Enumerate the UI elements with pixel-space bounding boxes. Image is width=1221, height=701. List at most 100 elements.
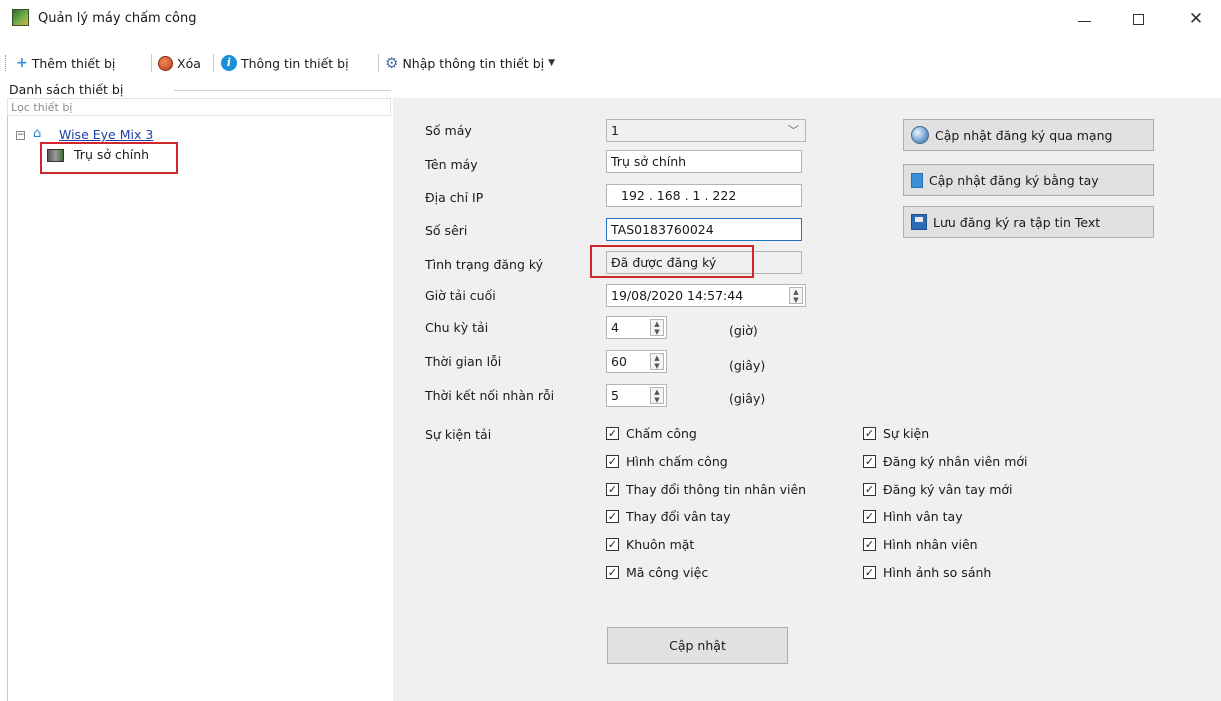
import-device-info-button[interactable]: ⚙ Nhập thông tin thiết bị ▼: [385, 54, 555, 72]
serial-input[interactable]: TAS0183760024: [606, 218, 802, 241]
online-update-label: Cập nhật đăng ký qua mạng: [935, 127, 1113, 143]
spinner-icon[interactable]: ▲ ▼: [650, 387, 664, 404]
tree-child-item[interactable]: Trụ sở chính: [40, 142, 178, 174]
machine-no-label: Số máy: [425, 123, 472, 138]
event-label: Đăng ký vân tay mới: [883, 482, 1013, 497]
minimize-icon: [1078, 21, 1091, 22]
device-tree-panel: [7, 98, 391, 701]
idle-timeout-value: 5: [611, 388, 619, 403]
tree-root-item[interactable]: Wise Eye Mix 3: [59, 127, 153, 142]
last-download-value: 19/08/2020 14:57:44: [611, 288, 744, 303]
checkbox-check-icon[interactable]: ✓: [606, 566, 619, 579]
manual-update-button[interactable]: Cập nhật đăng ký bằng tay: [903, 164, 1154, 196]
chevron-down-icon: ﹀: [788, 124, 799, 137]
window-title: Quản lý máy chấm công: [38, 11, 197, 26]
save-icon: [911, 214, 927, 230]
toolbar-grip[interactable]: [5, 55, 7, 71]
device-list-title: Danh sách thiết bị: [9, 82, 127, 97]
event-checkbox[interactable]: ✓ Thay đổi thông tin nhân viên: [606, 482, 806, 497]
event-checkbox[interactable]: ✓ Khuôn mặt: [606, 537, 694, 552]
caret-down-icon[interactable]: ▼: [548, 58, 555, 68]
import-device-info-label: Nhập thông tin thiết bị: [402, 55, 545, 71]
app-icon: [12, 9, 29, 26]
event-label: Chấm công: [626, 426, 697, 441]
idle-timeout-stepper[interactable]: 5 ▲ ▼: [606, 384, 667, 407]
plus-icon: +: [16, 55, 28, 71]
event-checkbox[interactable]: ✓ Hình nhân viên: [863, 537, 978, 552]
gear-icon: ⚙: [385, 54, 399, 72]
checkbox-check-icon[interactable]: ✓: [606, 427, 619, 440]
idle-timeout-label: Thời kết nối nhàn rỗi: [425, 388, 555, 403]
event-checkbox[interactable]: ✓ Chấm công: [606, 426, 697, 441]
info-icon: i: [221, 55, 237, 71]
ip-input[interactable]: 192 . 168 . 1 . 222: [606, 184, 802, 207]
event-checkbox[interactable]: ✓ Hình vân tay: [863, 509, 963, 524]
checkbox-check-icon[interactable]: ✓: [863, 483, 876, 496]
device-info-label: Thông tin thiết bị: [241, 55, 349, 71]
machine-name-input[interactable]: Trụ sở chính: [606, 150, 802, 173]
last-download-picker[interactable]: 19/08/2020 14:57:44 ▲ ▼: [606, 284, 806, 307]
highlight-box: [590, 245, 754, 278]
reg-status-label: Tình trạng đăng ký: [425, 257, 544, 272]
event-label: Hình chấm công: [626, 454, 728, 469]
event-checkbox[interactable]: ✓ Hình chấm công: [606, 454, 728, 469]
event-checkbox[interactable]: ✓ Đăng ký vân tay mới: [863, 482, 1013, 497]
event-label: Thay đổi thông tin nhân viên: [626, 482, 807, 497]
add-device-label: Thêm thiết bị: [31, 55, 116, 71]
checkbox-check-icon[interactable]: ✓: [606, 455, 619, 468]
error-time-value: 60: [611, 354, 627, 369]
download-cycle-stepper[interactable]: 4 ▲ ▼: [606, 316, 667, 339]
machine-no-value: 1: [611, 123, 619, 138]
error-time-stepper[interactable]: 60 ▲ ▼: [606, 350, 667, 373]
checkbox-check-icon[interactable]: ✓: [863, 455, 876, 468]
tree-collapse-icon[interactable]: −: [16, 131, 25, 140]
title-bar: Quản lý máy chấm công ✕: [0, 0, 1221, 40]
checkbox-check-icon[interactable]: ✓: [606, 483, 619, 496]
event-label: Đăng ký nhân viên mới: [883, 454, 1028, 469]
ip-label: Địa chỉ IP: [425, 190, 484, 205]
event-checkbox[interactable]: ✓ Sự kiện: [863, 426, 929, 441]
device-info-button[interactable]: i Thông tin thiết bị: [221, 54, 349, 72]
spinner-icon[interactable]: ▲ ▼: [650, 319, 664, 336]
online-update-button[interactable]: Cập nhật đăng ký qua mạng: [903, 119, 1154, 151]
event-checkbox[interactable]: ✓ Hình ảnh so sánh: [863, 565, 991, 580]
save-text-button[interactable]: Lưu đăng ký ra tập tin Text: [903, 206, 1154, 238]
delete-button[interactable]: Xóa: [158, 54, 201, 72]
checkbox-check-icon[interactable]: ✓: [606, 510, 619, 523]
event-label: Mã công việc: [626, 565, 709, 580]
error-time-unit: (giây): [729, 358, 766, 373]
machine-name-label: Tên máy: [425, 157, 478, 172]
idle-timeout-unit: (giây): [729, 391, 766, 406]
event-checkbox[interactable]: ✓ Đăng ký nhân viên mới: [863, 454, 1028, 469]
manual-update-label: Cập nhật đăng ký bằng tay: [929, 172, 1099, 188]
toolbar-separator: [151, 54, 152, 72]
event-label: Thay đổi vân tay: [626, 509, 731, 524]
maximize-button[interactable]: [1129, 10, 1149, 30]
update-button[interactable]: Cập nhật: [607, 627, 788, 664]
serial-label: Số sêri: [425, 223, 468, 238]
spinner-icon[interactable]: ▲ ▼: [650, 353, 664, 370]
filter-input[interactable]: Lọc thiết bị: [7, 98, 391, 116]
event-checkbox[interactable]: ✓ Mã công việc: [606, 565, 708, 580]
machine-no-select[interactable]: 1 ﹀: [606, 119, 806, 142]
minimize-button[interactable]: [1075, 10, 1095, 30]
events-label: Sự kiện tải: [425, 427, 492, 442]
delete-label: Xóa: [177, 55, 201, 71]
event-checkbox[interactable]: ✓ Thay đổi vân tay: [606, 509, 731, 524]
spinner-icon[interactable]: ▲ ▼: [789, 287, 803, 304]
checkbox-check-icon[interactable]: ✓: [606, 538, 619, 551]
checkbox-check-icon[interactable]: ✓: [863, 427, 876, 440]
toolbar-separator: [213, 54, 214, 72]
download-cycle-label: Chu kỳ tải: [425, 320, 489, 335]
checkbox-check-icon[interactable]: ✓: [863, 510, 876, 523]
last-download-label: Giờ tải cuối: [425, 288, 496, 303]
event-label: Sự kiện: [883, 426, 930, 441]
checkbox-check-icon[interactable]: ✓: [863, 566, 876, 579]
event-label: Hình ảnh so sánh: [883, 565, 992, 580]
checkbox-check-icon[interactable]: ✓: [863, 538, 876, 551]
delete-icon: [158, 55, 173, 71]
device-icon: [47, 149, 64, 162]
document-icon: [911, 172, 923, 188]
close-button[interactable]: ✕: [1186, 10, 1206, 30]
add-device-button[interactable]: + Thêm thiết bị: [16, 54, 115, 72]
